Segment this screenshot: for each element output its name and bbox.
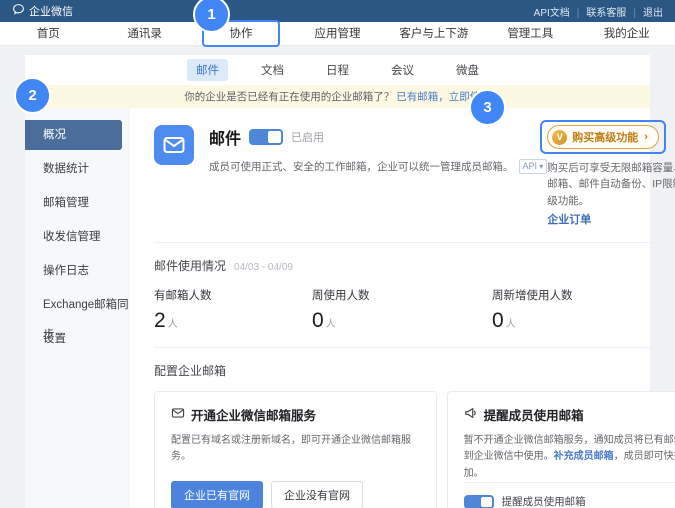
body-row: 概况 数据统计 邮箱管理 收发信管理 操作日志 Exchange邮箱同步 设置 … [25,108,650,508]
chat-bubble-icon [12,3,25,19]
sidebar-item-settings[interactable]: 设置 [25,324,130,354]
nav-item-my-company[interactable]: 我的企业 [579,22,675,46]
tab-meeting[interactable]: 会议 [382,59,423,81]
annotation-step-2: 2 [14,77,51,114]
mail-enabled-toggle[interactable] [249,129,283,145]
collaboration-tabs: 邮件 文档 日程 会议 微盘 [25,55,650,85]
card-body-text: 暂不开通企业微信邮箱服务，通知成员将已有邮箱添加到企业微信中使用。补充成员邮箱，… [464,433,675,483]
usage-section-title: 邮件使用情况 [154,257,226,274]
tab-schedule[interactable]: 日程 [317,59,358,81]
stat-label: 有邮箱人数 [154,287,312,303]
stat-weekly-users: 周使用人数 0人 [312,287,492,333]
nav-item-contacts[interactable]: 通讯录 [96,22,192,46]
annotation-highlight-box-premium: V 购买高级功能 [540,120,666,154]
tab-docs[interactable]: 文档 [252,59,293,81]
usage-section: 邮件使用情况 04/03 - 04/09 有邮箱人数 2人 周使用人数 0人 周… [154,257,675,333]
stat-unit: 人 [168,319,178,330]
stat-unit: 人 [506,319,516,330]
card-remind-members: 提醒成员使用邮箱 暂不开通企业微信邮箱服务，通知成员将已有邮箱添加到企业微信中使… [447,391,675,508]
nav-item-app-management[interactable]: 应用管理 [289,22,385,46]
usage-period: 04/03 - 04/09 [234,262,293,273]
stat-value: 0 [492,309,504,332]
content-card: 邮件 文档 日程 会议 微盘 你的企业是否已经有正在使用的企业邮箱了？ 已有邮箱… [25,55,650,508]
config-section-title: 配置企业邮箱 [154,362,675,379]
card-body-text: 配置已有域名或注册新域名，即可开通企业微信邮箱服务。 [171,433,420,466]
remind-members-toggle[interactable] [464,495,494,508]
notice-text: 你的企业是否已经有正在使用的企业邮箱了？ [184,89,394,104]
stat-unit: 人 [326,319,336,330]
sidebar-item-operation-log[interactable]: 操作日志 [25,256,130,286]
mail-header: 邮件 已启用 成员可使用正式、安全的工作邮箱，企业可以统一管理成员邮箱。 API… [154,125,675,228]
app-logo-text: 企业微信 [29,3,73,19]
existing-mailbox-notice: 你的企业是否已经有正在使用的企业邮箱了？ 已有邮箱，立即使用 [25,85,650,108]
tab-drive[interactable]: 微盘 [447,59,488,81]
premium-v-icon: V [552,130,567,145]
premium-perks-text: 购买后可享受无限邮箱容量、更多业务邮箱、邮件自动备份、IP限制等多项高级功能。 [547,160,675,209]
megaphone-icon [464,406,478,423]
premium-column: V 购买高级功能 购买后可享受无限邮箱容量、更多业务邮箱、邮件自动备份、IP限制… [547,120,675,228]
app-logo: 企业微信 [12,3,73,19]
mail-status-label: 已启用 [291,129,324,145]
buy-premium-button[interactable]: V 购买高级功能 [547,125,659,149]
card-title-text: 开通企业微信邮箱服务 [191,405,316,424]
remind-toggle-label: 提醒成员使用邮箱 [502,494,586,508]
stat-value: 2 [154,309,166,332]
mail-app-icon [154,125,194,165]
enterprise-orders-link[interactable]: 企业订单 [547,211,591,227]
envelope-icon [171,406,185,423]
annotation-step-3: 3 [469,89,506,126]
card-title-text: 提醒成员使用邮箱 [484,405,584,424]
topbar: 企业微信 API文档 联系客服 退出 [0,0,675,22]
topbar-links: API文档 联系客服 退出 [534,4,663,19]
card-open-mailbox-service: 开通企业微信邮箱服务 配置已有域名或注册新域名，即可开通企业微信邮箱服务。 企业… [154,391,437,508]
config-section: 配置企业邮箱 开通企业微信邮箱服务 配置已有域名或注册新域名，即可开通企业微信邮… [154,362,675,508]
nav-item-customers[interactable]: 客户与上下游 [386,22,482,46]
api-docs-link[interactable]: API文档 [534,4,587,19]
supplement-member-mailbox-link[interactable]: 补充成员邮箱 [554,451,614,462]
tab-mail[interactable]: 邮件 [187,59,228,81]
nav-item-home[interactable]: 首页 [0,22,96,46]
stat-weekly-new-users: 周新增使用人数 0人 [492,287,650,333]
divider [154,242,675,243]
sidebar-item-statistics[interactable]: 数据统计 [25,154,130,184]
stat-value: 0 [312,309,324,332]
sidebar-item-overview[interactable]: 概况 [25,120,122,150]
sidebar-item-exchange-sync[interactable]: Exchange邮箱同步 [25,290,130,320]
mail-header-text: 邮件 已启用 成员可使用正式、安全的工作邮箱，企业可以统一管理成员邮箱。 API [209,125,547,228]
nav-item-admin-tools[interactable]: 管理工具 [482,22,578,46]
sidebar-item-mailbox-management[interactable]: 邮箱管理 [25,188,130,218]
stat-label: 周新增使用人数 [492,287,650,303]
no-website-button[interactable]: 企业没有官网 [271,481,363,508]
sidebar-item-send-receive[interactable]: 收发信管理 [25,222,130,252]
mail-description: 成员可使用正式、安全的工作邮箱，企业可以统一管理成员邮箱。 [209,159,514,174]
buy-premium-label: 购买高级功能 [572,129,638,145]
nav-item-collaboration-label: 协作 [230,28,253,40]
page-title: 邮件 [209,125,241,149]
stat-label: 周使用人数 [312,287,492,303]
api-dropdown-badge[interactable]: API [519,159,548,174]
logout-link[interactable]: 退出 [643,4,663,19]
contact-support-link[interactable]: 联系客服 [586,4,643,19]
stat-mailbox-users: 有邮箱人数 2人 [154,287,312,333]
has-website-button[interactable]: 企业已有官网 [171,481,263,508]
mail-overview-main: 邮件 已启用 成员可使用正式、安全的工作邮箱，企业可以统一管理成员邮箱。 API… [130,108,675,508]
main-nav: 首页 通讯录 协作 应用管理 客户与上下游 管理工具 我的企业 [0,22,675,46]
divider [154,347,675,348]
mail-sidebar: 概况 数据统计 邮箱管理 收发信管理 操作日志 Exchange邮箱同步 设置 [25,108,130,508]
